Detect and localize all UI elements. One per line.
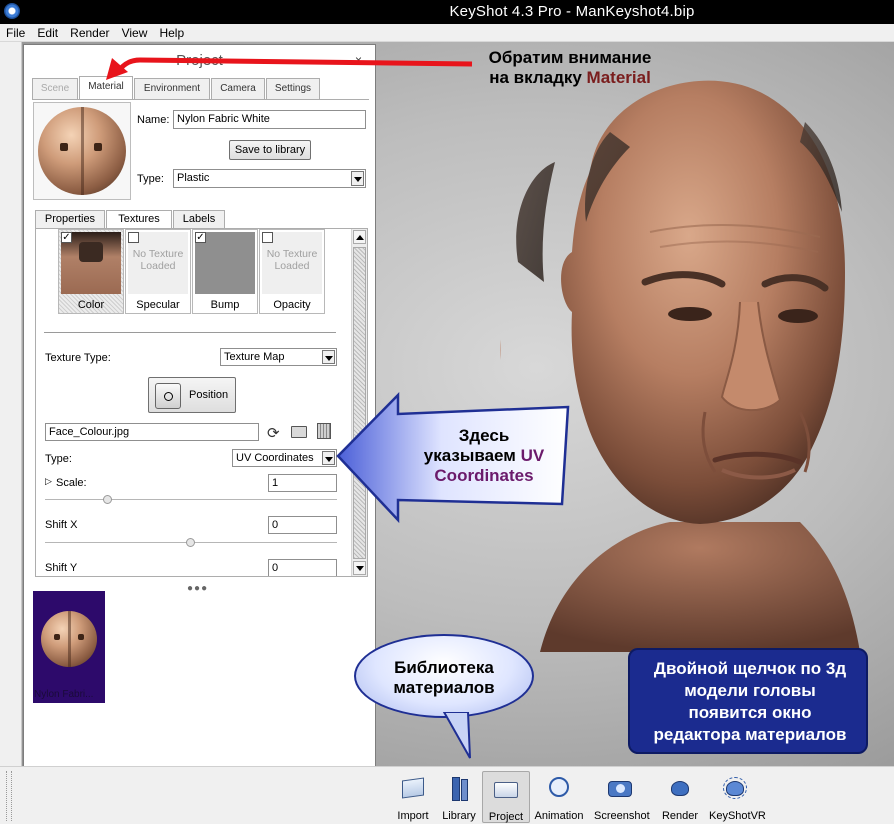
library-note-line2: материалов (393, 678, 495, 697)
info-line3: появится окно (688, 703, 812, 722)
info-line2: модели головы (684, 681, 816, 700)
uv-note-line1: Здесь (458, 426, 510, 445)
uv-note-accent: UV (520, 446, 545, 465)
uv-coordinates-note: Здесь указываем UV Coordinates (402, 426, 566, 486)
info-text: Двойной щелчок по 3д модели головы появи… (630, 658, 870, 746)
material-note-accent: Material (586, 68, 651, 87)
info-line4: редактора материалов (653, 725, 847, 744)
material-note-prefix: на вкладку (489, 68, 587, 87)
callout-tail (442, 712, 471, 759)
library-note-line1: Библиотека (394, 658, 494, 677)
material-note-line2: на вкладку Material (470, 68, 670, 88)
library-note: Библиотека материалов (366, 658, 522, 698)
info-box: Двойной щелчок по 3д модели головы появи… (628, 648, 868, 754)
uv-note-line2: указываем UV (402, 446, 566, 466)
red-arrow-head (106, 58, 128, 80)
uv-note-line3: Coordinates (434, 466, 534, 485)
material-tab-note: Обратим внимание на вкладку Material (470, 48, 670, 88)
red-arrow-icon (115, 57, 473, 74)
material-note-line1: Обратим внимание (488, 48, 652, 67)
info-line1: Двойной щелчок по 3д (653, 659, 847, 678)
uv-note-prefix: указываем (423, 446, 521, 465)
